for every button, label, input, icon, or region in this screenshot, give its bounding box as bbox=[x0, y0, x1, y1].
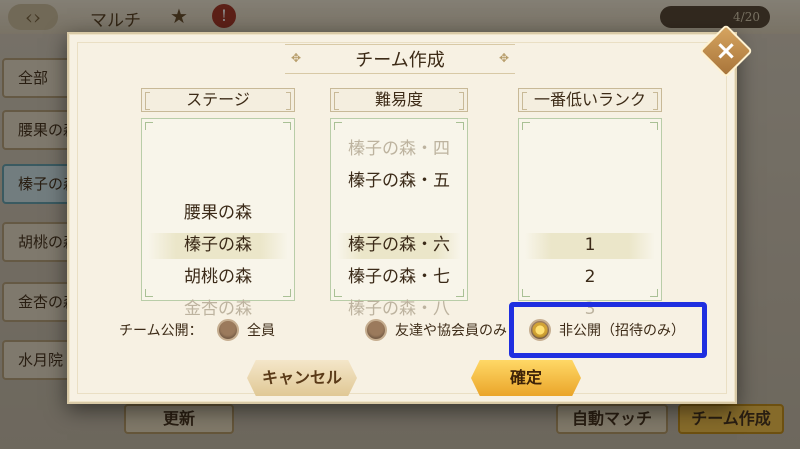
top-bar: ‹› マルチ ★ ! 4/20 bbox=[0, 0, 800, 34]
stage-header-label: ステージ bbox=[186, 90, 250, 109]
stage-option-selected[interactable]: 榛子の森 bbox=[142, 229, 294, 261]
stage-picker[interactable]: 腰果の森 榛子の森 胡桃の森 金杏の森 bbox=[141, 118, 295, 319]
confirm-button[interactable]: 確定 bbox=[471, 360, 581, 396]
radio-dot-icon bbox=[217, 319, 239, 341]
selection-annotation-box bbox=[509, 302, 707, 358]
stage-option[interactable]: 腰果の森 bbox=[142, 197, 294, 229]
visibility-friends-label: 友達や協会員のみ bbox=[395, 323, 507, 339]
back-arrow-icon: ‹› bbox=[25, 5, 41, 29]
side-tab-kin-an[interactable]: 金杏の森 bbox=[2, 282, 72, 322]
side-tab-suigetsu[interactable]: 水月院 bbox=[2, 340, 72, 380]
ornament-icon: ✥ bbox=[498, 51, 509, 65]
min-rank-picker[interactable]: 1 2 3 bbox=[518, 118, 662, 319]
stage-option[interactable]: 胡桃の森 bbox=[142, 261, 294, 293]
rank-option[interactable]: 2 bbox=[519, 261, 661, 293]
visibility-label: チーム公開： bbox=[119, 323, 203, 339]
visibility-friends-radio[interactable]: 友達や協会員のみ bbox=[365, 316, 507, 344]
min-rank-column-header: 一番低いランク bbox=[518, 88, 662, 112]
close-icon: × bbox=[715, 36, 737, 66]
auto-match-button[interactable]: 自動マッチ bbox=[556, 404, 668, 434]
star-icon[interactable]: ★ bbox=[170, 4, 188, 28]
header-title: マルチ bbox=[90, 11, 141, 31]
difficulty-option[interactable]: 榛子の森・七 bbox=[331, 261, 467, 293]
rank-option-selected[interactable]: 1 bbox=[519, 229, 661, 261]
ornament-icon: ✥ bbox=[291, 51, 302, 65]
difficulty-option[interactable]: 榛子の森・四 bbox=[331, 133, 467, 165]
side-tab-hashibami[interactable]: 榛子の森 bbox=[2, 164, 72, 204]
stage-column-header: ステージ bbox=[141, 88, 295, 112]
visibility-all-label: 全員 bbox=[247, 323, 275, 339]
refresh-button[interactable]: 更新 bbox=[124, 404, 234, 434]
alert-icon[interactable]: ! bbox=[212, 4, 236, 28]
side-tab-all[interactable]: 全部 bbox=[2, 58, 72, 98]
min-rank-header-label: 一番低いランク bbox=[533, 90, 646, 109]
difficulty-option[interactable]: 榛子の森・五 bbox=[331, 165, 467, 197]
create-team-dialog: ✥ チーム作成 ✥ × ステージ 難易度 一番低いランク 腰果の森 榛子の森 胡… bbox=[67, 24, 753, 404]
member-counter: 4/20 bbox=[660, 6, 770, 28]
side-tab-koka[interactable]: 腰果の森 bbox=[2, 110, 72, 150]
cancel-button[interactable]: キャンセル bbox=[247, 360, 357, 396]
dialog-title-plate: ✥ チーム作成 ✥ bbox=[285, 44, 515, 74]
visibility-all-radio[interactable]: 全員 bbox=[217, 316, 275, 344]
side-tab-kurumi[interactable]: 胡桃の森 bbox=[2, 222, 72, 262]
difficulty-option-selected[interactable]: 榛子の森・六 bbox=[331, 229, 467, 261]
difficulty-header-label: 難易度 bbox=[374, 90, 423, 109]
difficulty-column-header: 難易度 bbox=[330, 88, 468, 112]
create-team-button[interactable]: チーム作成 bbox=[678, 404, 784, 434]
radio-dot-icon bbox=[365, 319, 387, 341]
dialog-title: チーム作成 bbox=[355, 50, 445, 71]
difficulty-picker[interactable]: 榛子の森・四 榛子の森・五 榛子の森・六 榛子の森・七 榛子の森・八 bbox=[330, 118, 468, 319]
back-button[interactable]: ‹› bbox=[8, 4, 58, 30]
